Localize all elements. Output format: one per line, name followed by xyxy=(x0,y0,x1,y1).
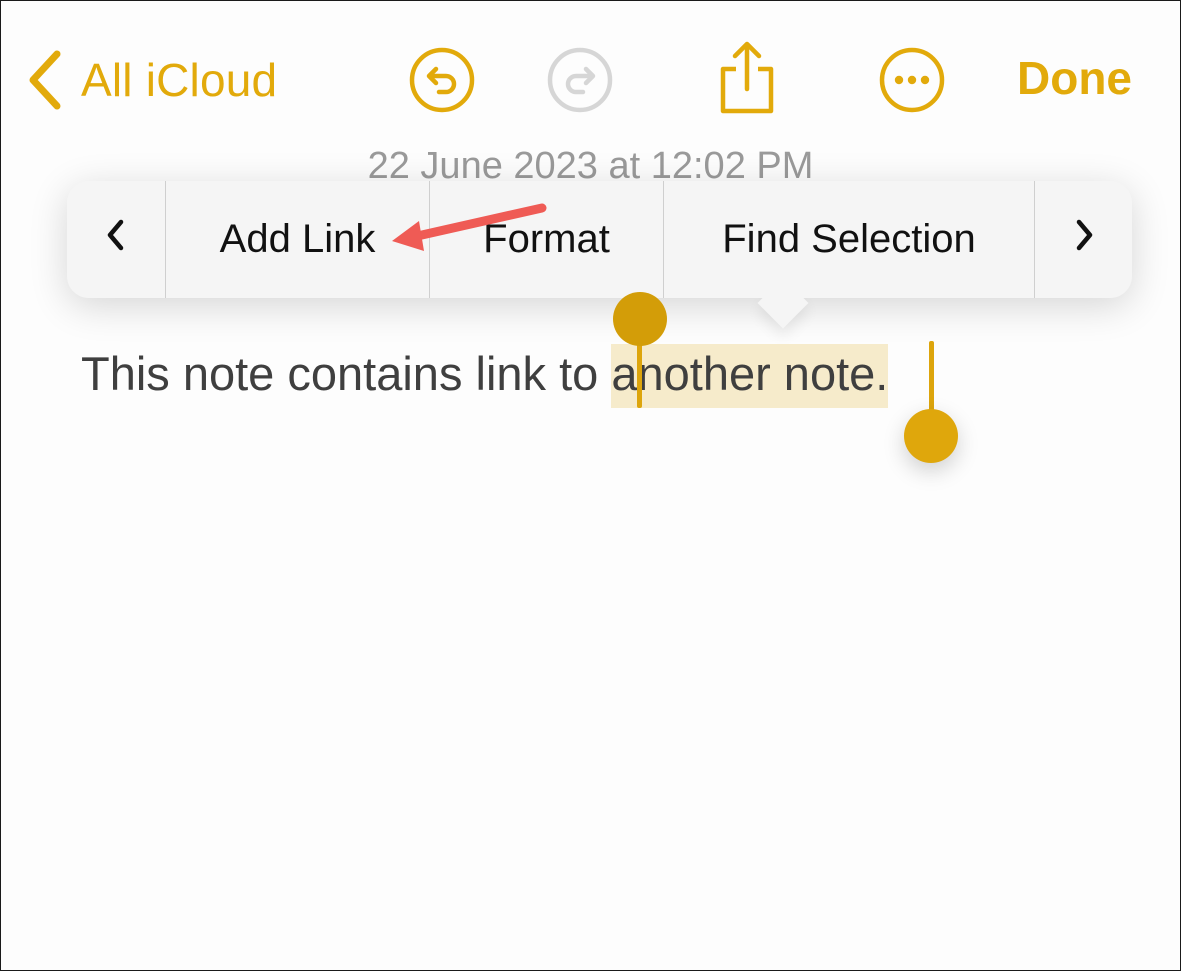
chevron-left-icon xyxy=(27,50,61,110)
redo-icon[interactable] xyxy=(547,47,613,118)
chevron-left-icon xyxy=(106,217,126,262)
edit-menu: Add Link Format Find Selection xyxy=(67,181,1132,298)
selected-text[interactable]: another note. xyxy=(611,344,889,408)
selection-start-caret xyxy=(637,341,642,408)
selection-start-handle[interactable] xyxy=(613,292,667,346)
menu-next-button[interactable] xyxy=(1035,181,1132,298)
back-label: All iCloud xyxy=(81,54,278,106)
notes-screen: All iCloud Done 22 June 2023 at 12:02 PM… xyxy=(0,0,1181,971)
more-icon[interactable] xyxy=(879,47,945,118)
done-button[interactable]: Done xyxy=(1017,51,1132,105)
undo-icon[interactable] xyxy=(409,47,475,118)
chevron-right-icon xyxy=(1074,217,1094,262)
selection-end-handle[interactable] xyxy=(904,409,958,463)
menu-item-add-link[interactable]: Add Link xyxy=(166,181,430,298)
share-icon[interactable] xyxy=(717,39,777,120)
menu-prev-button[interactable] xyxy=(67,181,166,298)
back-button[interactable]: All iCloud xyxy=(27,45,277,115)
menu-item-format[interactable]: Format xyxy=(430,181,664,298)
note-body[interactable]: This note contains link to another note. xyxy=(81,344,889,408)
menu-item-find-selection[interactable]: Find Selection xyxy=(664,181,1035,298)
note-text-unselected: This note contains link to xyxy=(81,347,612,400)
